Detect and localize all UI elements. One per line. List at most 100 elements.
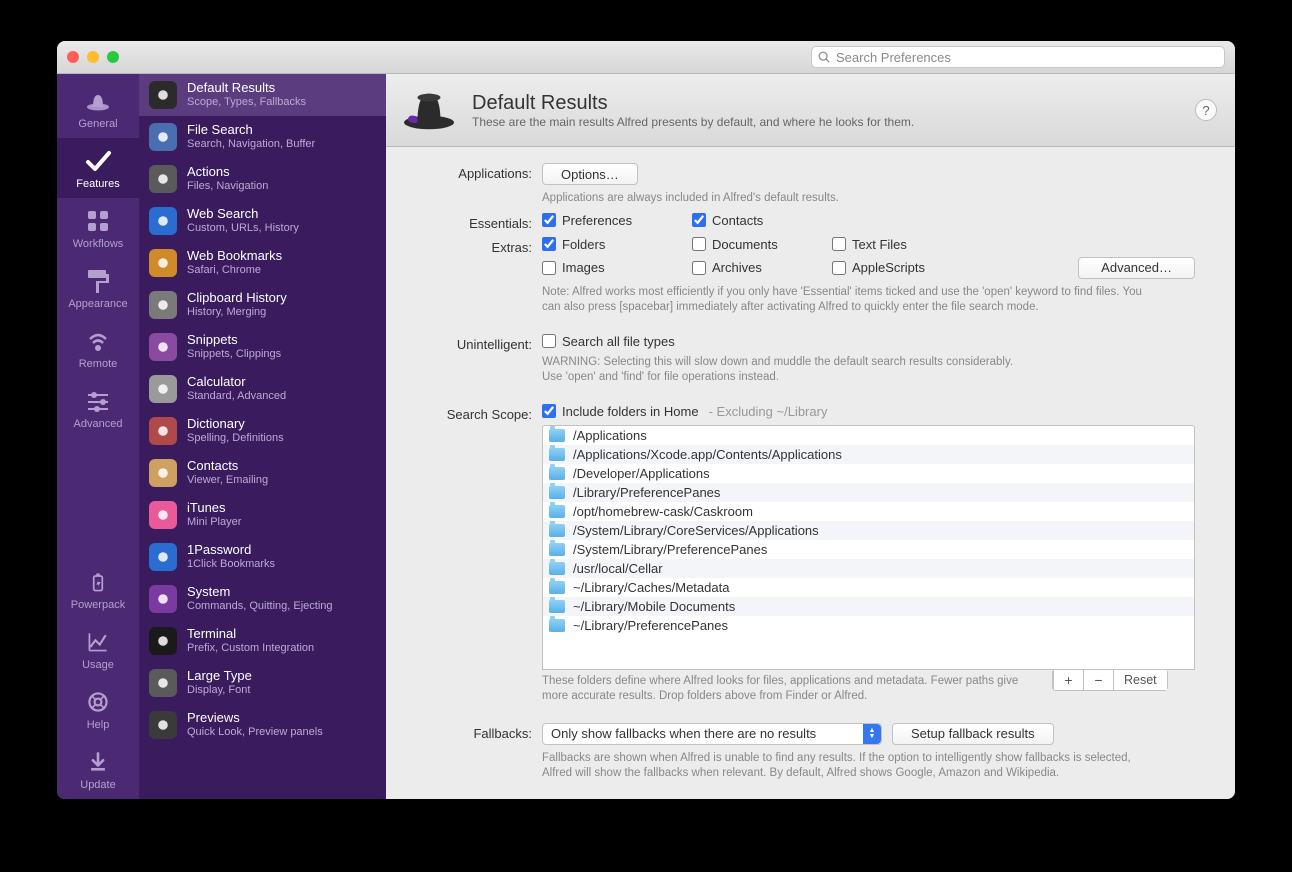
feature-item-calculator[interactable]: CalculatorStandard, Advanced [139,368,386,410]
folder-icon [549,619,565,632]
nav-usage[interactable]: Usage [57,619,139,679]
feature-sub: Standard, Advanced [187,390,286,403]
scope-reset-button[interactable]: Reset [1113,670,1167,690]
nav-powerpack[interactable]: Powerpack [57,559,139,619]
extras-advanced-button[interactable]: Advanced… [1078,257,1195,279]
feature-icon [149,123,177,151]
scope-path-text: /Developer/Applications [573,466,710,481]
feature-sub: History, Merging [187,306,287,319]
close-window-button[interactable] [67,51,79,63]
search-icon [817,50,831,64]
documents-checkbox[interactable]: Documents [692,237,832,252]
archives-checkbox[interactable]: Archives [692,260,832,275]
lifebuoy-icon [84,688,112,716]
scope-path-row[interactable]: /Applications [543,426,1194,445]
feature-sub: Scope, Types, Fallbacks [187,96,306,109]
applications-label: Applications: [404,163,542,181]
scope-add-button[interactable]: + [1053,670,1083,690]
page-subtitle: These are the main results Alfred presen… [472,115,914,129]
scope-path-text: /Library/PreferencePanes [573,485,720,500]
feature-title: Calculator [187,375,286,390]
applescripts-checkbox[interactable]: AppleScripts [832,260,982,275]
scope-path-row[interactable]: ~/Library/PreferencePanes [543,616,1194,635]
nav-general[interactable]: General [57,78,139,138]
applications-hint: Applications are always included in Alfr… [542,191,1195,207]
feature-icon [149,669,177,697]
chart-icon [84,628,112,656]
scope-path-row[interactable]: /System/Library/PreferencePanes [543,540,1194,559]
preferences-checkbox[interactable]: Preferences [542,213,692,228]
feature-item-default-results[interactable]: Default ResultsScope, Types, Fallbacks [139,74,386,116]
nav-help[interactable]: Help [57,679,139,739]
titlebar [57,41,1235,74]
nav-appearance[interactable]: Appearance [57,258,139,318]
scope-path-row[interactable]: /usr/local/Cellar [543,559,1194,578]
feature-title: Large Type [187,669,252,684]
nav-workflows[interactable]: Workflows [57,198,139,258]
setup-fallback-button[interactable]: Setup fallback results [892,723,1054,745]
feature-item-previews[interactable]: PreviewsQuick Look, Preview panels [139,704,386,746]
zoom-window-button[interactable] [107,51,119,63]
scope-path-row[interactable]: ~/Library/Mobile Documents [543,597,1194,616]
feature-item-contacts[interactable]: ContactsViewer, Emailing [139,452,386,494]
feature-sub: Commands, Quitting, Ejecting [187,600,333,613]
download-icon [84,748,112,776]
scope-path-row[interactable]: /Developer/Applications [543,464,1194,483]
scope-path-text: ~/Library/PreferencePanes [573,618,728,633]
minimize-window-button[interactable] [87,51,99,63]
feature-item-web-bookmarks[interactable]: Web BookmarksSafari, Chrome [139,242,386,284]
nav-rail: General Features Workflows Appearance Re… [57,74,139,799]
feature-item-web-search[interactable]: Web SearchCustom, URLs, History [139,200,386,242]
scope-path-row[interactable]: /Library/PreferencePanes [543,483,1194,502]
scope-list[interactable]: /Applications/Applications/Xcode.app/Con… [542,425,1195,670]
feature-item-1password[interactable]: 1Password1Click Bookmarks [139,536,386,578]
feature-sub: 1Click Bookmarks [187,558,275,571]
search-all-checkbox[interactable]: Search all file types [542,334,1195,349]
feature-sub: Quick Look, Preview panels [187,726,323,739]
main-pane: Default Results These are the main resul… [386,74,1235,799]
nav-advanced[interactable]: Advanced [57,378,139,438]
scope-remove-button[interactable]: − [1083,670,1113,690]
feature-icon [149,711,177,739]
folder-icon [549,581,565,594]
nav-update[interactable]: Update [57,739,139,799]
search-input[interactable] [811,46,1225,68]
scope-path-row[interactable]: /System/Library/CoreServices/Application… [543,521,1194,540]
feature-item-itunes[interactable]: iTunesMini Player [139,494,386,536]
folder-icon [549,467,565,480]
scope-path-row[interactable]: /Applications/Xcode.app/Contents/Applica… [543,445,1194,464]
feature-item-large-type[interactable]: Large TypeDisplay, Font [139,662,386,704]
nav-label: Workflows [73,238,124,250]
folder-icon [549,543,565,556]
feature-icon [149,627,177,655]
feature-sub: Display, Font [187,684,252,697]
images-checkbox[interactable]: Images [542,260,692,275]
feature-item-snippets[interactable]: SnippetsSnippets, Clippings [139,326,386,368]
preferences-window: General Features Workflows Appearance Re… [57,41,1235,799]
feature-sub: Snippets, Clippings [187,348,281,361]
feature-item-system[interactable]: SystemCommands, Quitting, Ejecting [139,578,386,620]
feature-item-clipboard-history[interactable]: Clipboard HistoryHistory, Merging [139,284,386,326]
include-home-checkbox[interactable]: Include folders in Home [542,404,699,419]
main-header: Default Results These are the main resul… [386,74,1235,147]
contacts-checkbox[interactable]: Contacts [692,213,832,228]
scope-path-row[interactable]: ~/Library/Caches/Metadata [543,578,1194,597]
feature-item-actions[interactable]: ActionsFiles, Navigation [139,158,386,200]
feature-item-file-search[interactable]: File SearchSearch, Navigation, Buffer [139,116,386,158]
applications-options-button[interactable]: Options… [542,163,638,185]
hat-icon [400,86,458,134]
textfiles-checkbox[interactable]: Text Files [832,237,982,252]
help-button[interactable]: ? [1195,99,1217,121]
feature-sub: Mini Player [187,516,241,529]
feature-sub: Spelling, Definitions [187,432,284,445]
nav-remote[interactable]: Remote [57,318,139,378]
search-preferences [811,46,1225,68]
nav-features[interactable]: Features [57,138,139,198]
feature-item-terminal[interactable]: TerminalPrefix, Custom Integration [139,620,386,662]
fallbacks-select[interactable]: Only show fallbacks when there are no re… [542,723,882,745]
folders-checkbox[interactable]: Folders [542,237,692,252]
feature-sub: Search, Navigation, Buffer [187,138,315,151]
scope-path-row[interactable]: /opt/homebrew-cask/Caskroom [543,502,1194,521]
feature-item-dictionary[interactable]: DictionarySpelling, Definitions [139,410,386,452]
window-body: General Features Workflows Appearance Re… [57,74,1235,799]
